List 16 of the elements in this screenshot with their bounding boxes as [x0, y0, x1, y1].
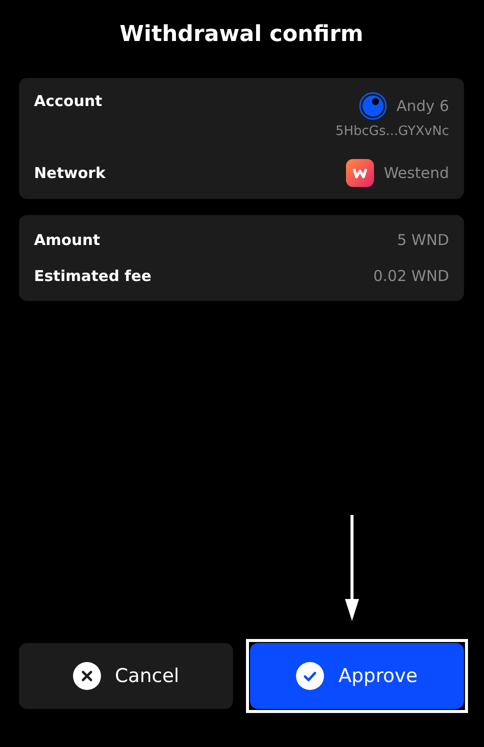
approve-button[interactable]: Approve	[250, 643, 464, 709]
avatar-icon	[358, 92, 387, 120]
check-icon	[296, 662, 324, 690]
row-value: 0.02 WND	[373, 267, 449, 285]
network-label: Network	[34, 164, 106, 182]
account-label: Account	[34, 92, 102, 110]
network-logo-icon	[346, 159, 374, 187]
network-name: Westend	[384, 164, 449, 182]
row-value: 5 WND	[397, 231, 449, 249]
dialog-title: Withdrawal confirm	[120, 22, 364, 47]
account-address: 5HbcGs...GYXvNc	[335, 124, 449, 139]
row-label: Estimated fee	[34, 267, 152, 285]
row-label: Amount	[34, 231, 100, 249]
close-icon	[72, 662, 101, 690]
cancel-button[interactable]: Cancel	[19, 643, 233, 709]
account-name: Andy 6	[396, 97, 449, 115]
